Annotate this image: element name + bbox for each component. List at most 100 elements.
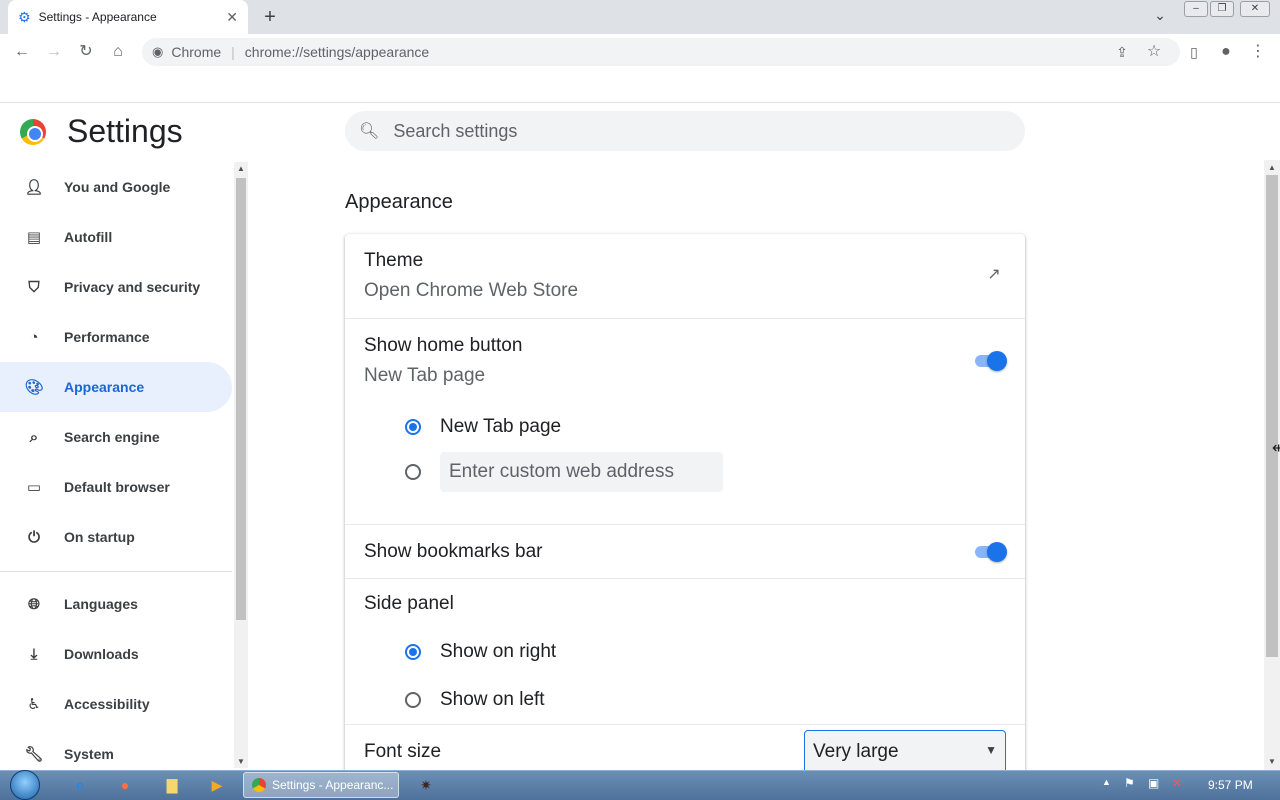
sidebar-item-on-startup[interactable]: ⏻ On startup xyxy=(0,512,232,562)
toggle-knob xyxy=(987,542,1007,562)
person-icon: 👤︎ xyxy=(24,179,44,196)
sidebar-scrollbar-thumb[interactable] xyxy=(236,178,246,620)
search-settings-field[interactable]: 🔍︎ xyxy=(345,111,1025,151)
windows-taskbar xyxy=(0,770,1280,800)
accessibility-icon: ♿︎ xyxy=(27,696,41,713)
side-panel-label: Side panel xyxy=(364,593,454,614)
taskbar-chrome-window[interactable]: Settings - Appearanc... xyxy=(243,772,399,798)
row-divider xyxy=(345,524,1025,525)
search-icon: ⌕ xyxy=(29,428,39,446)
omnibox-separator: | xyxy=(231,44,235,60)
radio-show-on-left-label: Show on left xyxy=(440,689,545,710)
reload-icon[interactable]: ↻ xyxy=(74,40,98,64)
sidebar-item-you-and-google[interactable]: 👤︎ You and Google xyxy=(0,162,232,212)
scroll-up-arrow-icon[interactable]: ▲ xyxy=(237,164,245,173)
external-link-icon[interactable]: ↗ xyxy=(984,264,1004,284)
font-size-select[interactable]: Very large ▼ xyxy=(804,730,1006,774)
sidebar-item-label: Appearance xyxy=(64,379,145,395)
browser-tab[interactable]: ⚙ Settings - Appearance ✕ xyxy=(8,0,248,34)
page-scrollbar-thumb[interactable] xyxy=(1266,175,1278,657)
media-player-icon[interactable]: ▶ xyxy=(205,773,229,797)
profile-icon[interactable]: ● xyxy=(1214,40,1238,64)
sidebar-item-label: Privacy and security xyxy=(64,279,201,295)
theme-label: Theme xyxy=(364,250,424,271)
radio-show-on-left[interactable] xyxy=(405,692,421,708)
new-tab-button[interactable]: + xyxy=(258,5,282,29)
sidebar-item-label: Languages xyxy=(64,596,138,612)
menu-icon[interactable]: ⋮ xyxy=(1246,40,1270,64)
chrome-logo-icon xyxy=(20,119,46,145)
close-window-icon[interactable]: ✕ xyxy=(1240,1,1270,17)
theme-sublabel: Open Chrome Web Store xyxy=(364,280,579,301)
home-button-label: Show home button xyxy=(364,335,523,356)
sidebar-item-downloads[interactable]: ⤓ Downloads xyxy=(0,629,232,679)
toolbar-divider xyxy=(0,102,1280,103)
radio-new-tab-page[interactable] xyxy=(405,419,421,435)
search-icon: 🔍︎ xyxy=(359,123,380,140)
sidebar-item-label: You and Google xyxy=(64,179,171,195)
bookmarks-bar-label: Show bookmarks bar xyxy=(364,541,543,562)
forward-icon[interactable]: → xyxy=(42,40,66,64)
share-icon[interactable]: ⇪ xyxy=(1110,40,1134,64)
volume-muted-icon[interactable]: ✕ xyxy=(1172,776,1182,790)
sidebar-item-performance[interactable]: ◔ Performance xyxy=(0,312,232,362)
font-size-label: Font size xyxy=(364,741,442,762)
sidebar-item-label: Downloads xyxy=(64,646,139,662)
sidebar-item-appearance[interactable]: 🎨︎ Appearance xyxy=(0,362,232,412)
scroll-down-arrow-icon[interactable]: ▼ xyxy=(237,757,245,766)
start-button[interactable] xyxy=(6,770,46,800)
sidebar-item-label: System xyxy=(64,746,114,762)
dropdown-caret-icon: ▼ xyxy=(985,743,997,757)
network-icon[interactable]: ▣ xyxy=(1148,776,1159,790)
power-icon: ⏻ xyxy=(28,528,40,546)
taskbar-clock[interactable]: 9:57 PM xyxy=(1208,778,1253,792)
taskbar-window-label: Settings - Appearanc... xyxy=(272,778,394,792)
chrome-icon: ◉ xyxy=(152,44,164,59)
bookmarks-bar-toggle[interactable] xyxy=(973,542,1007,562)
radio-custom-address[interactable] xyxy=(405,464,421,480)
mouse-cursor-icon: ⇹ xyxy=(1272,440,1280,457)
sidebar-item-autofill[interactable]: ▤ Autofill xyxy=(0,212,232,262)
download-icon: ⤓ xyxy=(30,645,38,663)
row-divider xyxy=(345,318,1025,319)
home-button-toggle[interactable] xyxy=(973,351,1007,371)
home-icon[interactable]: ⌂ xyxy=(106,40,130,64)
show-hidden-icons-icon[interactable]: ▲ xyxy=(1102,777,1111,787)
minimize-icon[interactable]: – xyxy=(1184,1,1208,17)
browser-icon: ▭ xyxy=(26,479,42,496)
windows-orb-icon xyxy=(10,770,40,800)
address-bar[interactable]: ◉ Chrome | chrome://settings/appearance xyxy=(142,38,1180,66)
search-input[interactable] xyxy=(393,120,994,142)
palette-icon: 🎨︎ xyxy=(24,379,44,396)
side-panel-icon[interactable]: ▯ xyxy=(1182,40,1206,64)
site-info[interactable]: ◉ Chrome xyxy=(152,44,221,60)
globe-icon: 🌐︎ xyxy=(27,595,40,613)
page-scroll-down-arrow-icon[interactable]: ▼ xyxy=(1268,757,1276,766)
sidebar-item-label: Search engine xyxy=(64,429,160,445)
sidebar-divider xyxy=(0,571,232,572)
firefox-icon[interactable]: ● xyxy=(113,773,137,797)
bookmark-star-icon[interactable]: ☆ xyxy=(1142,40,1166,64)
sidebar-item-languages[interactable]: 🌐︎ Languages xyxy=(0,579,232,629)
custom-address-input[interactable] xyxy=(440,452,723,492)
url-text: chrome://settings/appearance xyxy=(244,44,430,60)
gear-icon: ⚙ xyxy=(18,8,31,25)
clipboard-icon: ▤ xyxy=(26,229,42,246)
back-icon[interactable]: ← xyxy=(10,40,34,64)
radio-show-on-right[interactable] xyxy=(405,644,421,660)
page-scroll-up-arrow-icon[interactable]: ▲ xyxy=(1268,163,1276,172)
sidebar-item-accessibility[interactable]: ♿︎ Accessibility xyxy=(0,679,232,729)
restore-icon[interactable]: ❐ xyxy=(1210,1,1234,17)
sidebar-item-privacy[interactable]: ⛉ Privacy and security xyxy=(0,262,232,312)
app-icon[interactable]: ✷ xyxy=(414,773,438,797)
file-explorer-icon[interactable]: ▇ xyxy=(160,773,184,797)
tab-search-icon[interactable]: ⌄ xyxy=(1150,7,1170,27)
action-center-flag-icon[interactable]: ⚑ xyxy=(1124,776,1135,790)
sidebar-item-system[interactable]: 🔧︎ System xyxy=(0,729,232,770)
sidebar-item-default-browser[interactable]: ▭ Default browser xyxy=(0,462,232,512)
sidebar-item-label: Default browser xyxy=(64,479,170,495)
internet-explorer-icon[interactable]: e xyxy=(68,773,92,797)
sidebar-item-search-engine[interactable]: ⌕ Search engine xyxy=(0,412,232,462)
sidebar-item-label: Autofill xyxy=(64,229,113,245)
tab-close-icon[interactable]: ✕ xyxy=(226,9,238,26)
